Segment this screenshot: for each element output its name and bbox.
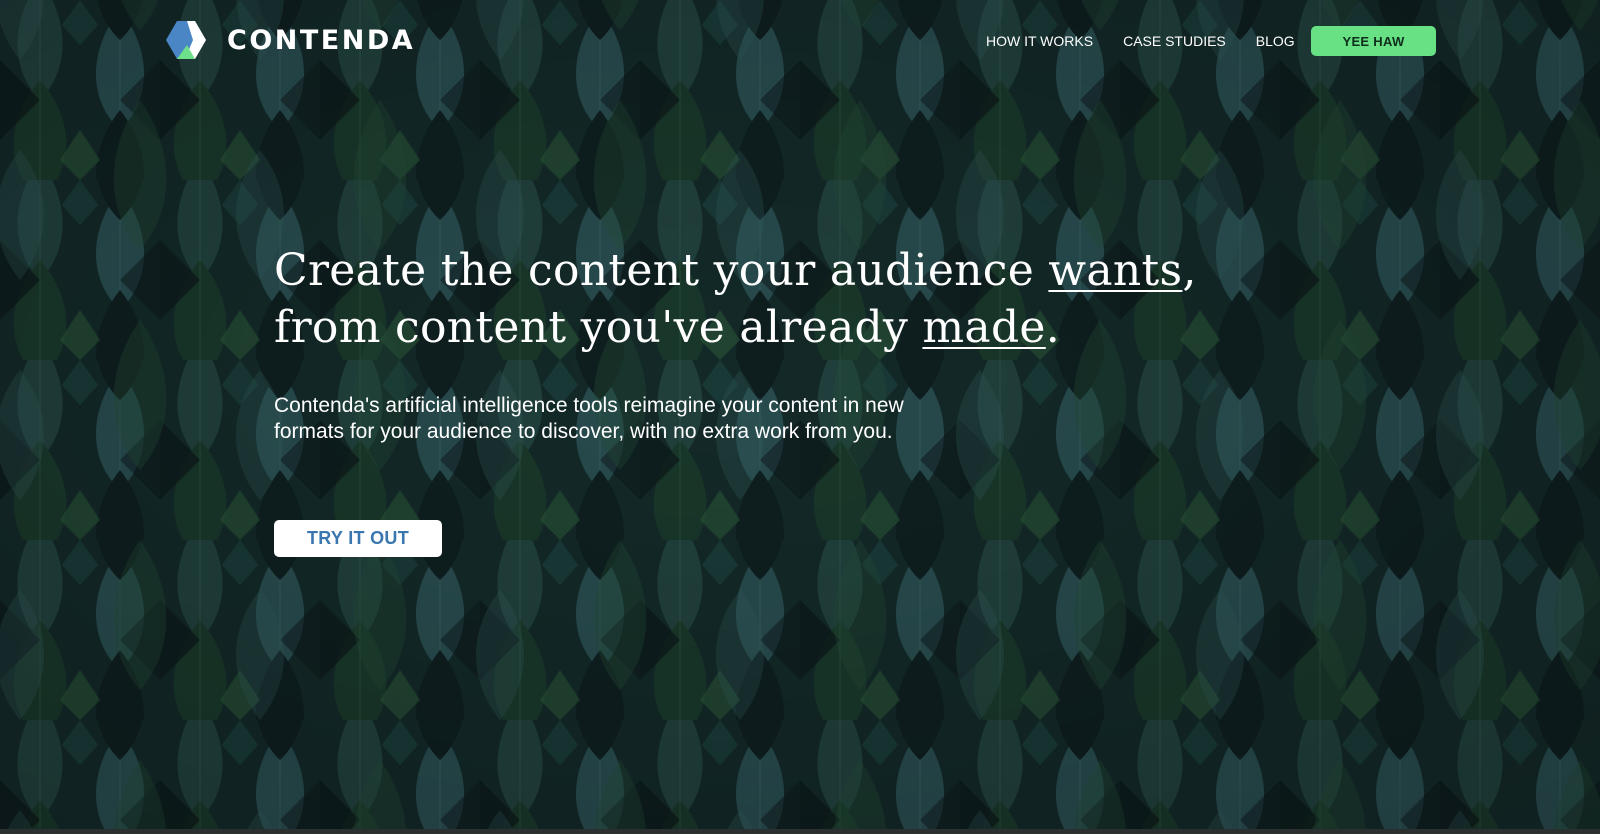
landing-page: CONTENDA HOW IT WORKS CASE STUDIES BLOG …: [0, 0, 1600, 834]
brand-name: CONTENDA: [227, 24, 416, 56]
main-nav: HOW IT WORKS CASE STUDIES BLOG: [986, 26, 1325, 56]
hero-description: Contenda's artificial intelligence tools…: [274, 394, 904, 443]
yee-haw-button[interactable]: YEE HAW: [1311, 26, 1436, 56]
headline-line1-suffix: ,: [1182, 245, 1197, 296]
nav-link-case-studies[interactable]: CASE STUDIES: [1123, 33, 1226, 49]
headline-line2-suffix: .: [1045, 302, 1061, 353]
headline-emphasis-made: made: [922, 302, 1046, 353]
nav-link-how-it-works[interactable]: HOW IT WORKS: [986, 33, 1093, 49]
contenda-hexagon-logo-icon: [166, 21, 206, 59]
headline-line2-prefix: from content you've already: [274, 302, 923, 353]
hero-headline: Create the content your audience wants, …: [274, 242, 1197, 356]
contenda-logo-link[interactable]: CONTENDA: [165, 19, 415, 61]
headline-emphasis-wants: wants: [1048, 245, 1183, 296]
bottom-edge-bar: [0, 829, 1600, 834]
headline-line1-prefix: Create the content your audience: [274, 245, 1049, 296]
try-it-out-button[interactable]: TRY IT OUT: [274, 520, 442, 557]
nav-link-blog[interactable]: BLOG: [1256, 33, 1295, 49]
